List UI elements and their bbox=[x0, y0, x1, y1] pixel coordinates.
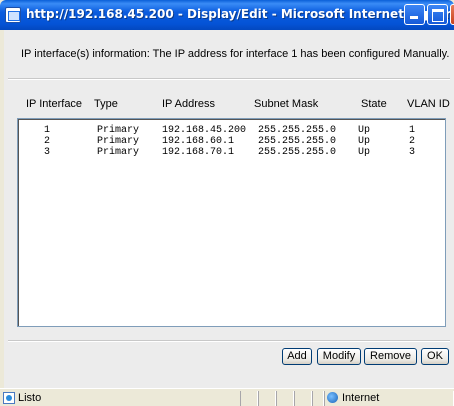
interface-list[interactable]: 1 Primary 192.168.45.200 255.255.255.0 U… bbox=[17, 118, 446, 327]
security-zone-label: Internet bbox=[342, 392, 380, 404]
cell-vlan-id: 1 bbox=[409, 125, 416, 136]
cell-type: Primary bbox=[97, 147, 140, 158]
cell-type: Primary bbox=[97, 125, 140, 136]
globe-icon bbox=[327, 392, 338, 403]
info-text: IP interface(s) information: The IP addr… bbox=[21, 48, 450, 60]
status-text: Listo bbox=[18, 392, 42, 404]
column-header-ip-interface[interactable]: IP Interface bbox=[26, 98, 82, 110]
status-panel bbox=[240, 391, 258, 406]
maximize-button[interactable] bbox=[427, 4, 448, 25]
cell-type: Primary bbox=[97, 136, 140, 147]
status-panel bbox=[294, 391, 312, 406]
title-bar: http://192.168.45.200 - Display/Edit - M… bbox=[0, 0, 454, 30]
cell-subnet-mask: 255.255.255.0 bbox=[258, 136, 337, 147]
minimize-button[interactable] bbox=[404, 4, 425, 25]
internet-explorer-icon bbox=[5, 7, 21, 23]
cell-vlan-id: 2 bbox=[409, 136, 416, 147]
cell-ip-interface: 3 bbox=[44, 147, 51, 158]
column-header-type[interactable]: Type bbox=[94, 98, 118, 110]
close-button[interactable] bbox=[450, 4, 454, 25]
add-button[interactable]: Add bbox=[282, 348, 312, 365]
status-bar: Listo Internet bbox=[0, 388, 454, 406]
page-icon bbox=[3, 392, 15, 404]
cell-ip-interface: 1 bbox=[44, 125, 51, 136]
window-title: http://192.168.45.200 - Display/Edit - M… bbox=[26, 7, 454, 21]
table-row[interactable]: 1 Primary 192.168.45.200 255.255.255.0 U… bbox=[18, 125, 445, 136]
separator bbox=[8, 78, 450, 80]
cell-state: Up bbox=[358, 125, 371, 136]
cell-ip-address: 192.168.70.1 bbox=[162, 147, 235, 158]
status-panel bbox=[258, 391, 276, 406]
cell-state: Up bbox=[358, 147, 371, 158]
cell-ip-address: 192.168.60.1 bbox=[162, 136, 235, 147]
cell-ip-address: 192.168.45.200 bbox=[162, 125, 247, 136]
modify-button[interactable]: Modify bbox=[317, 348, 361, 365]
separator bbox=[8, 340, 450, 342]
cell-subnet-mask: 255.255.255.0 bbox=[258, 125, 337, 136]
table-row[interactable]: 3 Primary 192.168.70.1 255.255.255.0 Up … bbox=[18, 147, 445, 158]
cell-subnet-mask: 255.255.255.0 bbox=[258, 147, 337, 158]
ok-button[interactable]: OK bbox=[421, 348, 449, 365]
table-header: IP Interface Type IP Address Subnet Mask… bbox=[26, 98, 454, 112]
column-header-state[interactable]: State bbox=[361, 98, 387, 110]
cell-ip-interface: 2 bbox=[44, 136, 51, 147]
dialog-content: IP interface(s) information: The IP addr… bbox=[4, 30, 454, 388]
column-header-vlan-id[interactable]: VLAN ID bbox=[407, 98, 450, 110]
cell-state: Up bbox=[358, 136, 371, 147]
cell-vlan-id: 3 bbox=[409, 147, 416, 158]
column-header-subnet-mask[interactable]: Subnet Mask bbox=[254, 98, 318, 110]
remove-button[interactable]: Remove bbox=[364, 348, 417, 365]
table-row[interactable]: 2 Primary 192.168.60.1 255.255.255.0 Up … bbox=[18, 136, 445, 147]
column-header-ip-address[interactable]: IP Address bbox=[162, 98, 215, 110]
status-panel bbox=[276, 391, 294, 406]
status-panel bbox=[312, 391, 324, 406]
